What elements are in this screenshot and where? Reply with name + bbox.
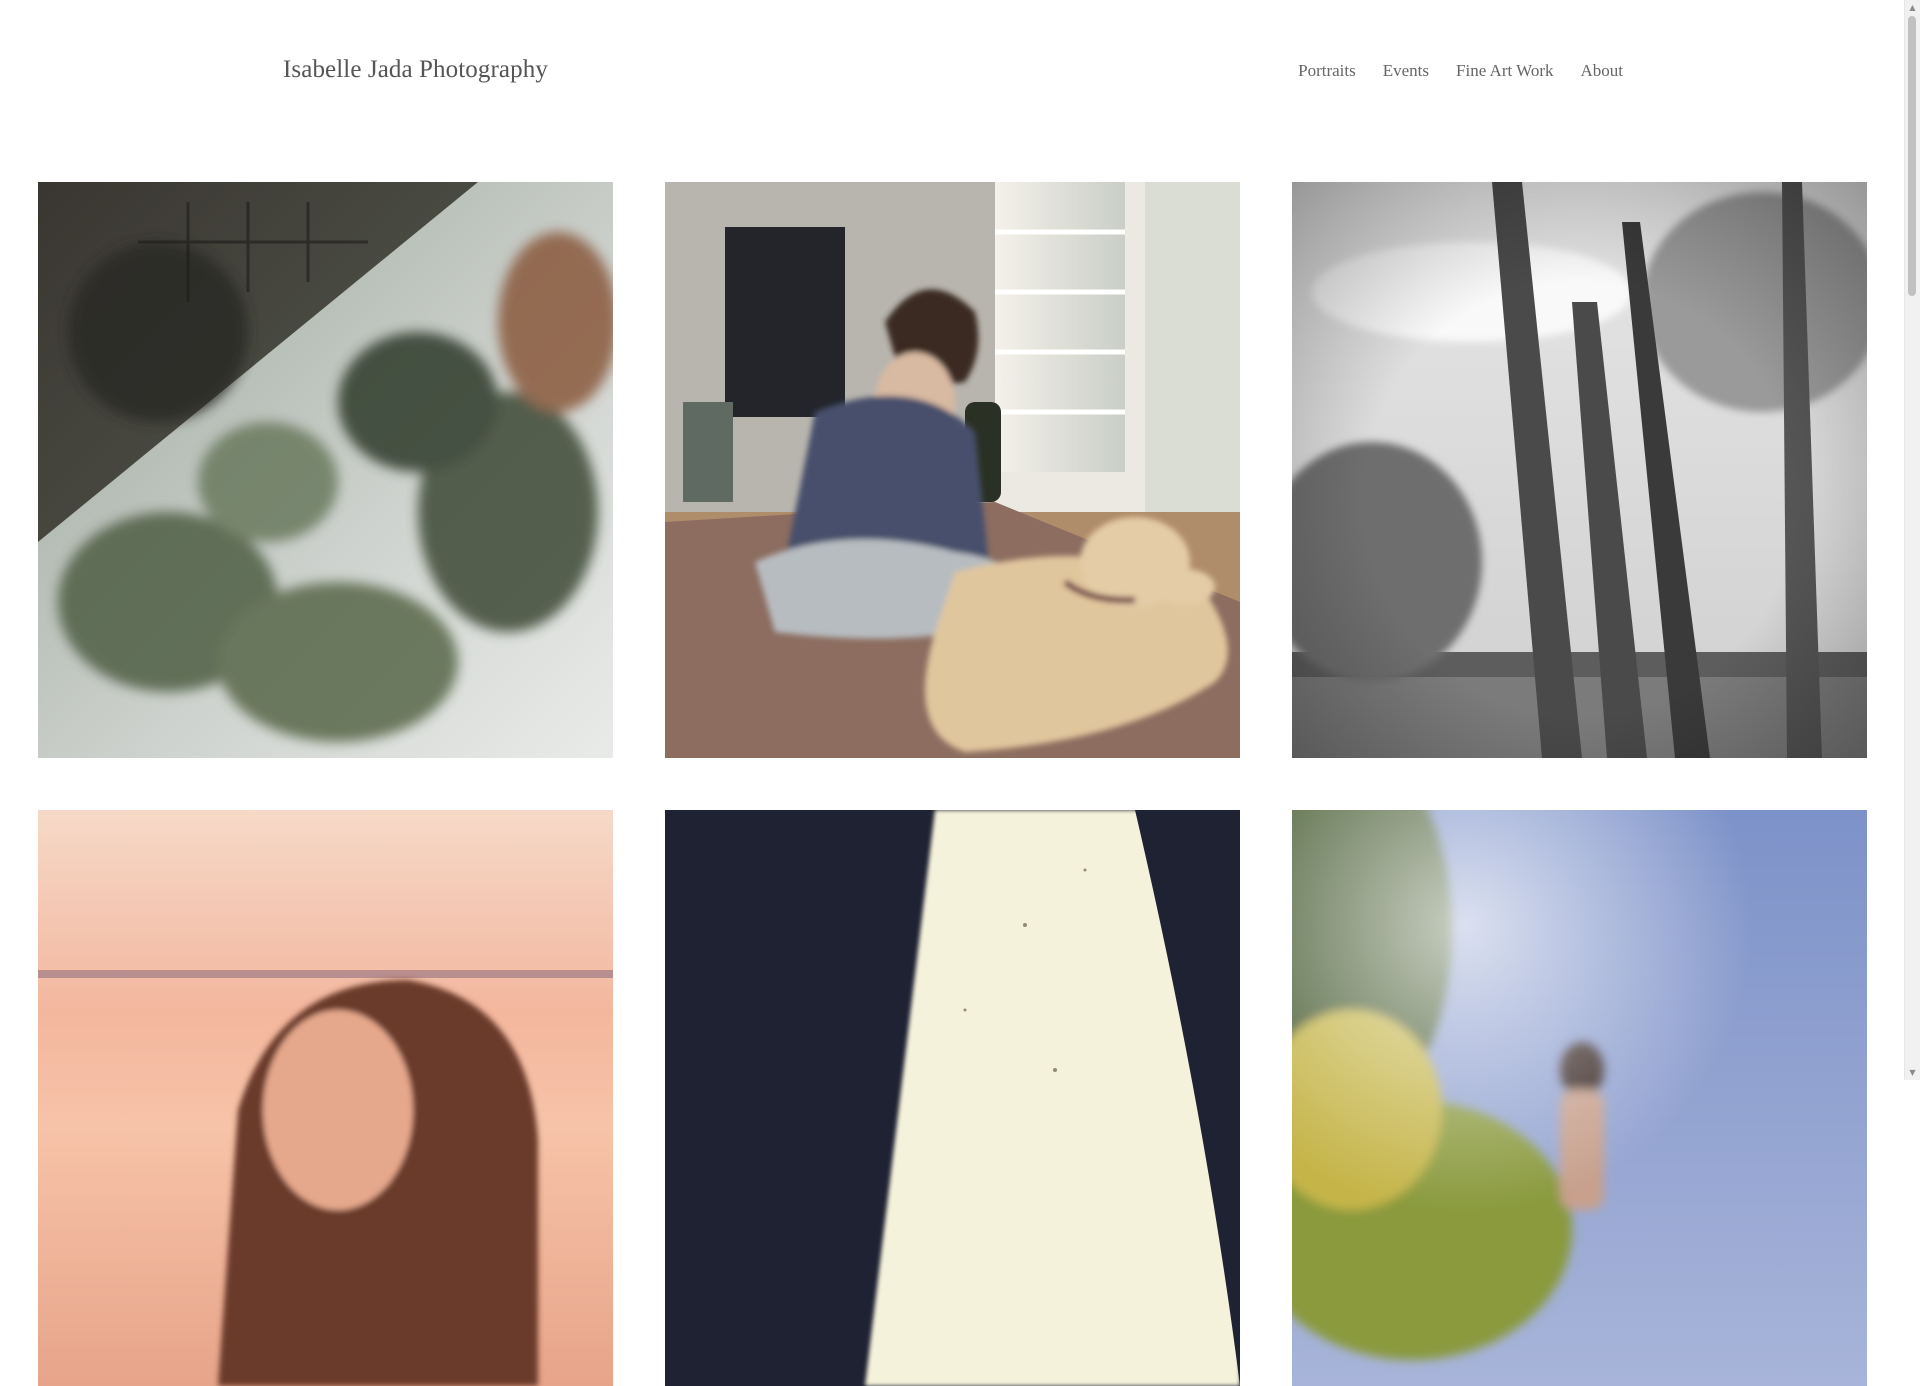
gallery-photo[interactable]: [1292, 810, 1867, 1386]
nav-fine-art-work[interactable]: Fine Art Work: [1456, 61, 1553, 81]
scrollbar-thumb[interactable]: [1908, 16, 1916, 296]
photo-double-exposure-trees: [38, 182, 613, 758]
gallery-photo[interactable]: [1292, 182, 1867, 758]
photo-person-with-dog: [665, 182, 1240, 758]
gallery-photo[interactable]: [665, 182, 1240, 758]
gallery-photo[interactable]: [38, 810, 613, 1386]
photo-bright-film-frame: [665, 810, 1240, 1386]
page-scrollbar[interactable]: ▲ ▼: [1904, 0, 1920, 1080]
main-nav: Portraits Events Fine Art Work About: [1298, 61, 1623, 81]
scroll-down-icon[interactable]: ▼: [1905, 1065, 1920, 1080]
nav-portraits[interactable]: Portraits: [1298, 61, 1356, 81]
scroll-up-icon[interactable]: ▲: [1905, 0, 1920, 15]
nav-about[interactable]: About: [1581, 61, 1624, 81]
photo-woman-in-plants: [1292, 810, 1867, 1386]
gallery-photo[interactable]: [38, 182, 613, 758]
photo-bw-trees: [1292, 182, 1867, 758]
site-title[interactable]: Isabelle Jada Photography: [283, 56, 548, 84]
nav-events[interactable]: Events: [1383, 61, 1429, 81]
photo-woman-sunset: [38, 810, 613, 1386]
gallery-photo[interactable]: [665, 810, 1240, 1386]
